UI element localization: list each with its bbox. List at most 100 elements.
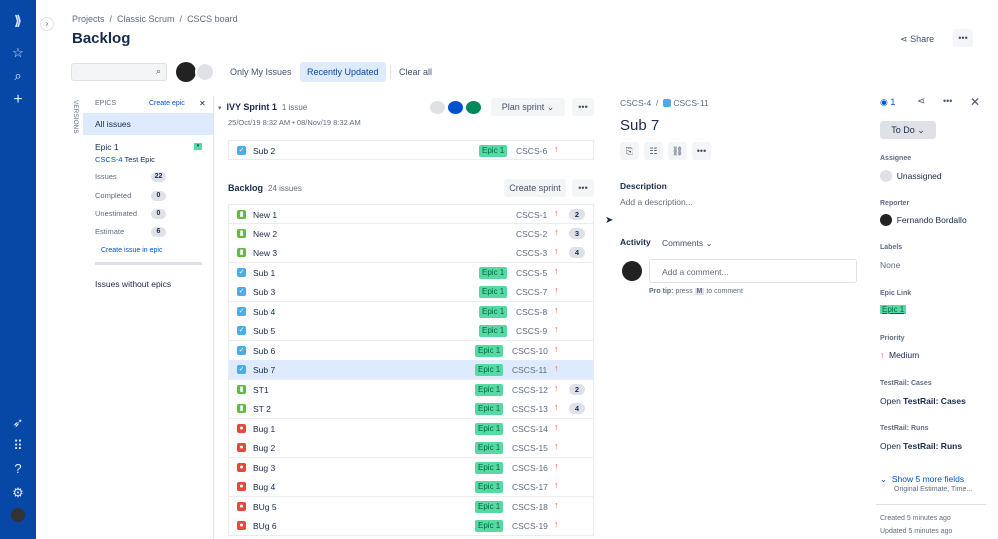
testrail-cases-link[interactable]: Open TestRail: Cases	[880, 396, 966, 406]
more-actions-button[interactable]: •••	[953, 29, 973, 47]
breadcrumb-project[interactable]: Classic Scrum	[117, 14, 175, 24]
sprint-more-button[interactable]: •••	[572, 98, 594, 116]
issue-key[interactable]: CSCS-6	[516, 146, 547, 156]
issue-row[interactable]: ▮ ST 2 Epic 1 CSCS-13 ↑ 4	[228, 399, 594, 419]
more-icon[interactable]: •••	[943, 96, 952, 106]
issue-key[interactable]: CSCS-5	[516, 268, 547, 278]
share-icon[interactable]: ⋖	[917, 96, 925, 107]
issue-row[interactable]: ▮ New 2 CSCS-2 ↑ 3	[228, 223, 594, 244]
share-button[interactable]: ⋖ Share	[900, 30, 934, 48]
attach-icon[interactable]: ⎘	[620, 142, 639, 160]
issues-without-epics-item[interactable]: Issues without epics	[95, 279, 171, 289]
issue-row[interactable]: ✓ Sub 4 Epic 1 CSCS-8 ↑	[228, 301, 594, 322]
issue-title[interactable]: Sub 7	[620, 117, 659, 134]
priority-medium-icon: ↑	[554, 226, 559, 237]
issue-row[interactable]: ✓ Sub 3 Epic 1 CSCS-7 ↑	[228, 282, 594, 302]
sprint-header[interactable]: ▾ IVY Sprint 1 1 issue	[218, 102, 307, 112]
comment-input[interactable]: Add a comment...	[649, 259, 857, 283]
issue-key[interactable]: CSCS-19	[512, 521, 548, 531]
avatar-fernando[interactable]	[176, 62, 196, 82]
issue-row[interactable]: ✓ Sub 6 Epic 1 CSCS-10 ↑	[228, 340, 594, 361]
testrail-runs-link[interactable]: Open TestRail: Runs	[880, 441, 962, 451]
create-sprint-button[interactable]: Create sprint	[504, 179, 566, 197]
issue-key[interactable]: CSCS-14	[512, 424, 548, 434]
show-more-fields-button[interactable]: ⌄ Show 5 more fields	[880, 474, 964, 485]
expand-sidebar-button[interactable]: ›	[40, 17, 54, 31]
search-icon[interactable]: ⌕	[9, 67, 27, 85]
star-icon[interactable]: ☆	[9, 44, 27, 62]
status-dropdown[interactable]: To Do ⌄	[880, 121, 936, 139]
all-issues-item[interactable]: All issues	[83, 113, 213, 135]
avatar-unassigned[interactable]	[195, 62, 215, 82]
issue-key-link[interactable]: CSCS-11	[673, 98, 708, 108]
filter-recently-updated[interactable]: Recently Updated	[300, 62, 386, 82]
comments-dropdown[interactable]: Comments ⌄	[662, 238, 713, 249]
issue-row[interactable]: ▮ New 3 CSCS-3 ↑ 4	[228, 243, 594, 263]
close-icon[interactable]: ✕	[199, 99, 206, 108]
issue-row[interactable]: ● Bug 1 Epic 1 CSCS-14 ↑	[228, 418, 594, 439]
user-avatar[interactable]	[11, 508, 25, 522]
parent-issue-link[interactable]: CSCS-4	[620, 98, 651, 108]
divider	[390, 65, 391, 79]
labels-field[interactable]: None	[880, 260, 900, 270]
create-issue-in-epic-link[interactable]: Create issue in epic	[101, 247, 162, 254]
breadcrumb-board[interactable]: CSCS board	[187, 14, 238, 24]
plus-icon[interactable]: +	[9, 91, 27, 109]
issue-key[interactable]: CSCS-17	[512, 482, 548, 492]
issue-key[interactable]: CSCS-1	[516, 210, 547, 220]
issue-key[interactable]: CSCS-10	[512, 346, 548, 356]
issue-key[interactable]: CSCS-16	[512, 463, 548, 473]
plan-sprint-label: Plan sprint	[501, 102, 545, 112]
issue-key[interactable]: CSCS-9	[516, 326, 547, 336]
priority-medium-icon: ↑	[554, 382, 559, 393]
issue-row[interactable]: ▮ ST1 Epic 1 CSCS-12 ↑ 2	[228, 379, 594, 400]
issue-row[interactable]: ● Bug 4 Epic 1 CSCS-17 ↑	[228, 477, 594, 497]
close-icon[interactable]: ✕	[970, 95, 980, 109]
issue-key[interactable]: CSCS-13	[512, 404, 548, 414]
epic-key-link[interactable]: CSCS-4	[95, 155, 123, 164]
subtask-create-icon[interactable]: ☷	[644, 142, 663, 160]
issue-key[interactable]: CSCS-7	[516, 287, 547, 297]
issue-row[interactable]: ✓ Sub 5 Epic 1 CSCS-9 ↑	[228, 321, 594, 341]
filter-only-my-issues[interactable]: Only My Issues	[223, 62, 299, 82]
issue-row[interactable]: ✓ Sub 7 Epic 1 CSCS-11 ↑	[228, 360, 594, 380]
issue-row[interactable]: ● BUg 5 Epic 1 CSCS-18 ↑	[228, 496, 594, 517]
assignee-field[interactable]: Unassigned	[880, 170, 942, 182]
issue-row[interactable]: ● BUg 6 Epic 1 CSCS-19 ↑	[228, 516, 594, 536]
issue-key[interactable]: CSCS-15	[512, 443, 548, 453]
jira-logo-icon[interactable]: ⟫	[9, 12, 27, 30]
watchers-button[interactable]: ◉ 1	[880, 97, 895, 108]
reporter-field[interactable]: Fernando Bordallo	[880, 214, 967, 226]
description-field[interactable]: Add a description...	[620, 197, 693, 207]
clear-all-button[interactable]: Clear all	[392, 62, 439, 82]
issue-key[interactable]: CSCS-18	[512, 502, 548, 512]
settings-icon[interactable]: ⚙	[9, 484, 27, 502]
link-icon[interactable]: ⛓	[668, 142, 687, 160]
priority-field[interactable]: ↑ Medium	[880, 350, 919, 360]
help-icon[interactable]: ?	[9, 460, 27, 478]
rocket-icon[interactable]: ➶	[9, 414, 27, 432]
more-icon[interactable]: •••	[692, 142, 711, 160]
issue-row[interactable]: ● Bug 2 Epic 1 CSCS-15 ↑	[228, 438, 594, 458]
backlog-more-button[interactable]: •••	[572, 179, 594, 197]
epic-collapse-icon[interactable]: ▾	[194, 143, 202, 150]
versions-tab[interactable]: VERSIONS	[72, 100, 79, 134]
issue-key[interactable]: CSCS-12	[512, 385, 548, 395]
create-epic-link[interactable]: Create epic	[149, 100, 185, 107]
epic-link-field[interactable]: Epic 1	[880, 305, 907, 314]
issue-key[interactable]: CSCS-8	[516, 307, 547, 317]
epic-name[interactable]: Epic 1	[95, 142, 119, 152]
issue-row[interactable]: ▮ New 1 CSCS-1 ↑ 2	[228, 204, 594, 224]
issue-key[interactable]: CSCS-2	[516, 229, 547, 239]
issue-row[interactable]: ✓ Sub 1 Epic 1 CSCS-5 ↑	[228, 262, 594, 283]
breadcrumb-projects[interactable]: Projects	[72, 14, 105, 24]
avatar	[880, 170, 892, 182]
stat-value: 0	[151, 191, 166, 201]
search-input[interactable]: ⌕	[71, 63, 167, 81]
issue-row[interactable]: ✓ Sub 2 Epic 1 CSCS-6 ↑	[228, 140, 594, 160]
issue-key[interactable]: CSCS-11	[512, 365, 547, 375]
plan-sprint-button[interactable]: Plan sprint ⌄	[491, 98, 565, 116]
apps-grid-icon[interactable]: ⠿	[9, 437, 27, 455]
issue-row[interactable]: ● Bug 3 Epic 1 CSCS-16 ↑	[228, 457, 594, 478]
issue-key[interactable]: CSCS-3	[516, 248, 547, 258]
